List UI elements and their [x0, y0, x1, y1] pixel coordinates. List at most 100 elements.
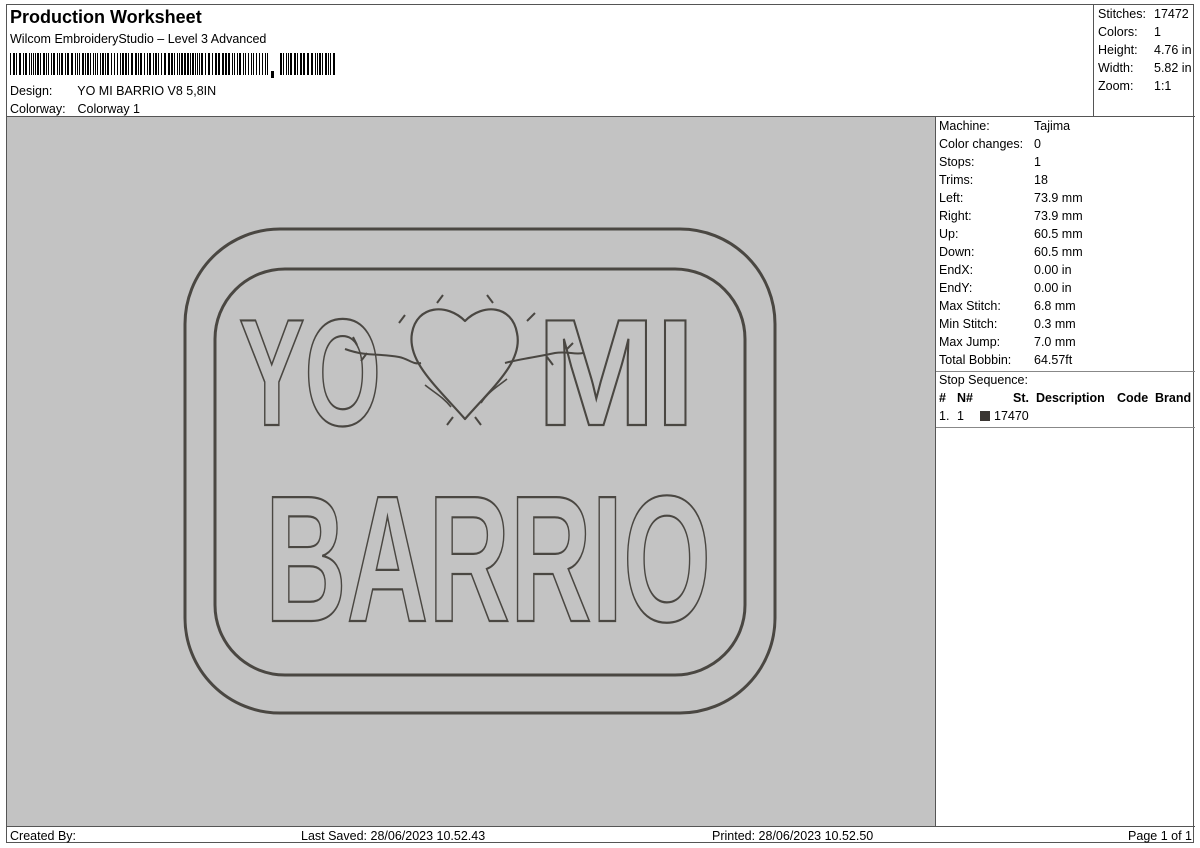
machine-info-row: Left: 73.9 mm	[939, 191, 1083, 205]
machine-info-value: 0.00 in	[1034, 263, 1072, 277]
colors-label: Colors:	[1098, 25, 1138, 39]
machine-info-label: Trims:	[939, 173, 974, 187]
machine-info-label: Total Bobbin:	[939, 353, 1012, 367]
machine-info-row: Min Stitch: 0.3 mm	[939, 317, 1076, 331]
barcode-bar	[330, 53, 331, 75]
color-swatch	[980, 411, 990, 421]
design-value: YO MI BARRIO V8 5,8IN	[77, 84, 217, 98]
barcode-bar	[328, 53, 329, 75]
barcode	[10, 53, 335, 78]
machine-info-label: Min Stitch:	[939, 317, 998, 331]
barcode-bar	[319, 53, 321, 75]
barcode-bar	[35, 53, 36, 75]
barcode-bar	[218, 53, 220, 75]
barcode-bar	[79, 53, 80, 75]
col-description: Description	[1036, 391, 1105, 405]
barcode-bar	[184, 53, 186, 75]
barcode-bar	[117, 53, 118, 75]
barcode-bar	[131, 53, 133, 75]
barcode-bar	[228, 53, 230, 75]
col-brand: Brand	[1155, 391, 1192, 405]
machine-info-label: Machine:	[939, 119, 990, 133]
height-label: Height:	[1098, 43, 1138, 57]
barcode-bar	[71, 53, 73, 75]
machine-info-row: EndX: 0.00 in	[939, 263, 1072, 277]
barcode-bar	[239, 53, 241, 75]
barcode-comma	[271, 71, 274, 78]
machine-info-row: Color changes: 0	[939, 137, 1041, 151]
machine-info-row: Max Stitch: 6.8 mm	[939, 299, 1076, 313]
design-row: Design: YO MI BARRIO V8 5,8IN	[10, 84, 216, 98]
text-barrio: BARRIO	[265, 459, 711, 660]
machine-info-panel: Machine: Tajima Color changes: 0 Stops: 1 Trim…	[936, 117, 1195, 826]
width-label: Width:	[1098, 61, 1134, 75]
barcode-bar	[259, 53, 260, 75]
machine-info-value: 18	[1034, 173, 1048, 187]
barcode-bar	[138, 53, 139, 75]
barcode-bar	[161, 53, 162, 75]
barcode-bar	[201, 53, 203, 75]
machine-info-label: Down:	[939, 245, 975, 259]
last-saved: Last Saved: 28/06/2023 10.52.43	[301, 829, 486, 843]
barcode-bar	[37, 53, 39, 75]
barcode-bar	[294, 53, 296, 75]
barcode-bar	[290, 53, 292, 75]
worksheet-sheet: Production Worksheet Wilcom EmbroiderySt…	[6, 4, 1195, 844]
barcode-bar	[90, 53, 91, 75]
machine-info-row: Right: 73.9 mm	[939, 209, 1083, 223]
barcode-bar	[195, 53, 196, 75]
barcode-bar	[153, 53, 154, 75]
barcode-bar	[232, 53, 233, 75]
barcode-bar	[179, 53, 180, 75]
barcode-bar	[267, 53, 268, 75]
colors-value: 1	[1154, 25, 1161, 39]
barcode-bar	[93, 53, 94, 75]
machine-info-value: 64.57ft	[1034, 353, 1073, 367]
barcode-bar	[16, 53, 17, 75]
zoom-value: 1:1	[1154, 79, 1172, 93]
barcode-bar	[77, 53, 78, 75]
worksheet-footer: Created By: Last Saved: 28/06/2023 10.52…	[7, 826, 1195, 844]
colorway-row: Colorway: Colorway 1	[10, 102, 140, 116]
machine-info-value: 73.9 mm	[1034, 209, 1083, 223]
barcode-bar	[171, 53, 173, 75]
barcode-bar	[286, 53, 287, 75]
barcode-bar	[317, 53, 318, 75]
machine-info-value: 73.9 mm	[1034, 191, 1083, 205]
barcode-bar	[125, 53, 127, 75]
machine-info-value: 1	[1034, 155, 1041, 169]
machine-info-label: Up:	[939, 227, 959, 241]
printed-date: Printed: 28/06/2023 10.52.50	[712, 829, 874, 843]
barcode-bar	[225, 53, 227, 75]
machine-info-row: Total Bobbin: 64.57ft	[939, 353, 1072, 367]
row-num: 1.	[939, 409, 950, 423]
barcode-bar	[65, 53, 66, 75]
machine-info-label: Color changes:	[939, 137, 1024, 151]
barcode-bar	[61, 53, 63, 75]
barcode-bar	[33, 53, 34, 75]
machine-info-label: Max Stitch:	[939, 299, 1001, 313]
barcode-bar	[197, 53, 198, 75]
barcode-bar	[190, 53, 191, 75]
worksheet-header: Production Worksheet Wilcom EmbroiderySt…	[7, 5, 1093, 117]
stitches-row: Stitches: 17472	[1098, 7, 1189, 21]
machine-info-label: Left:	[939, 191, 964, 205]
barcode-bar	[205, 53, 206, 75]
machine-info-value: 0.00 in	[1034, 281, 1072, 295]
row-n: 1	[957, 409, 964, 423]
col-code: Code	[1117, 391, 1149, 405]
barcode-bar	[307, 53, 309, 75]
machine-info-label: EndX:	[939, 263, 974, 277]
machine-info-value: 60.5 mm	[1034, 245, 1083, 259]
barcode-bar	[265, 53, 266, 75]
barcode-bar	[82, 53, 84, 75]
barcode-bar	[114, 53, 115, 75]
summary-stats: Stitches: 17472 Colors: 1 Height: 4.76 in W…	[1093, 5, 1195, 117]
embroidery-artwork: YO MI BARRIO	[183, 227, 777, 715]
machine-info-label: Stops:	[939, 155, 975, 169]
barcode-bar	[107, 53, 109, 75]
barcode-bar	[253, 53, 254, 75]
barcode-bar	[140, 53, 142, 75]
barcode-bar	[19, 53, 21, 75]
barcode-bar	[283, 53, 284, 75]
